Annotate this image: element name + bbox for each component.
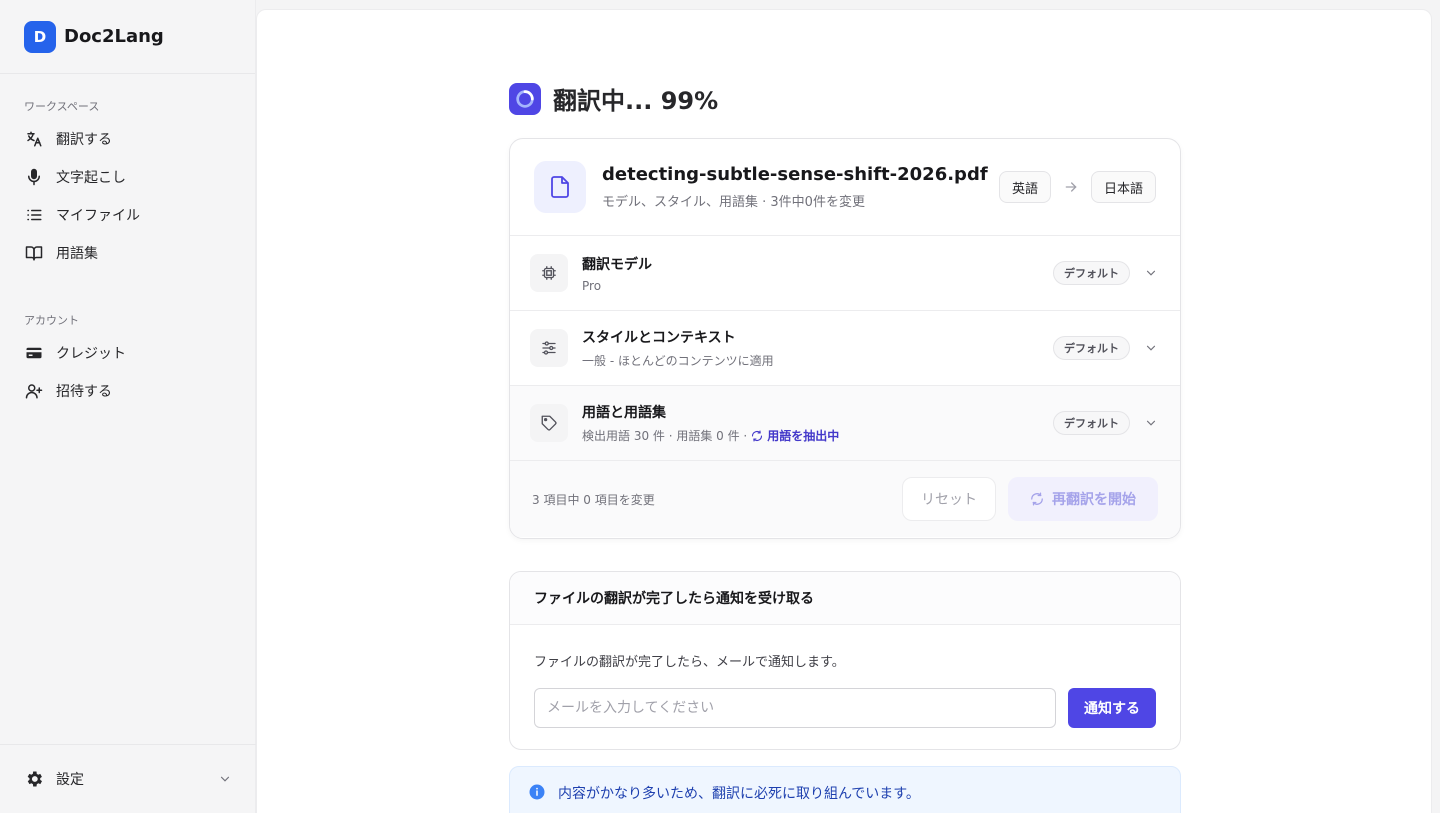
tag-icon (530, 404, 568, 442)
default-badge: デフォルト (1053, 261, 1130, 285)
sidebar-item-credits[interactable]: クレジット (16, 334, 239, 372)
reset-button[interactable]: リセット (902, 477, 996, 521)
info-message: 内容がかなり多いため、翻訳に必死に取り組んでいます。 (558, 786, 920, 802)
option-title: スタイルとコンテキスト (582, 330, 736, 346)
sidebar-item-glossary[interactable]: 用語集 (16, 234, 239, 272)
gear-icon (24, 769, 44, 789)
option-subtitle-text: Pro (582, 278, 602, 293)
sidebar-item-label: 用語集 (56, 246, 98, 262)
sidebar: D Doc2Lang ワークスペース 翻訳する 文字起こし マイファイル 用語集… (0, 0, 256, 813)
option-text: 翻訳モデル Pro (582, 254, 1053, 293)
microphone-icon (24, 167, 44, 187)
default-badge: デフォルト (1053, 336, 1130, 360)
sidebar-item-label: 翻訳する (56, 132, 112, 148)
translate-icon (24, 129, 44, 149)
option-title: 翻訳モデル (582, 256, 652, 273)
email-input[interactable] (534, 688, 1056, 728)
info-icon (529, 784, 545, 800)
sidebar-item-transcribe[interactable]: 文字起こし (16, 158, 239, 196)
restart-label: 再翻訳を開始 (1052, 492, 1136, 508)
source-language: 英語 (998, 171, 1051, 203)
sidebar-item-label: 文字起こし (56, 170, 126, 186)
sidebar-item-label: クレジット (56, 346, 126, 362)
translation-card: detecting-subtle-sense-shift-2026.pdf モデ… (509, 138, 1181, 539)
settings-menu[interactable]: 設定 (0, 744, 256, 813)
sidebar-item-invite[interactable]: 招待する (16, 372, 239, 410)
extracting-status: 用語を抽出中 (751, 427, 839, 444)
file-info: detecting-subtle-sense-shift-2026.pdf モデ… (602, 164, 999, 210)
list-icon (24, 205, 44, 225)
option-title: 用語と用語集 (582, 405, 666, 421)
option-subtitle-text: 検出用語 30 件 · 用語集 0 件 · (582, 429, 748, 443)
option-row-style[interactable]: スタイルとコンテキスト 一般 - ほとんどのコンテンツに適用 デフォルト (510, 311, 1180, 386)
notify-heading: ファイルの翻訳が完了したら通知を受け取る (510, 572, 1180, 625)
sidebar-item-label: マイファイル (56, 208, 140, 224)
brand-name: Doc2Lang (64, 26, 164, 47)
sidebar-item-translate[interactable]: 翻訳する (16, 120, 239, 158)
chevron-down-icon[interactable] (1144, 416, 1158, 430)
file-subtitle: モデル、スタイル、用語集 · 3件中0件を変更 (602, 195, 865, 210)
sidebar-item-label: 招待する (56, 384, 112, 400)
refresh-icon (1031, 492, 1043, 506)
arrow-right-icon (1063, 179, 1079, 195)
sidebar-item-my-files[interactable]: マイファイル (16, 196, 239, 234)
chevron-down-icon[interactable] (1144, 341, 1158, 355)
notify-description: ファイルの翻訳が完了したら、メールで通知します。 (534, 655, 845, 670)
option-text: 用語と用語集 検出用語 30 件 · 用語集 0 件 · 用語を抽出中 (582, 402, 1053, 444)
option-subtitle: Pro (582, 279, 1053, 293)
option-row-glossary[interactable]: 用語と用語集 検出用語 30 件 · 用語集 0 件 · 用語を抽出中 デフォル… (510, 386, 1180, 461)
info-banner: 内容がかなり多いため、翻訳に必死に取り組んでいます。 (509, 766, 1181, 813)
notify-body: ファイルの翻訳が完了したら、メールで通知します。 通知する (510, 625, 1180, 728)
extracting-label: 用語を抽出中 (767, 429, 840, 443)
main-panel: 翻訳中... 99% detecting-subtle-sense-shift-… (256, 9, 1432, 813)
file-icon (534, 161, 586, 213)
notify-button[interactable]: 通知する (1068, 688, 1156, 728)
file-row: detecting-subtle-sense-shift-2026.pdf モデ… (510, 139, 1180, 236)
option-subtitle: 一般 - ほとんどのコンテンツに適用 (582, 352, 1053, 369)
option-subtitle-text: 一般 - ほとんどのコンテンツに適用 (582, 354, 774, 368)
option-text: スタイルとコンテキスト 一般 - ほとんどのコンテンツに適用 (582, 327, 1053, 369)
workspace-heading: ワークスペース (24, 100, 100, 113)
file-name: detecting-subtle-sense-shift-2026.pdf (602, 164, 988, 185)
target-language: 日本語 (1090, 171, 1156, 203)
notify-card: ファイルの翻訳が完了したら通知を受け取る ファイルの翻訳が完了したら、メールで通… (509, 571, 1181, 750)
account-section: アカウント クレジット 招待する (0, 306, 255, 410)
notify-form: 通知する (534, 688, 1156, 728)
option-subtitle: 検出用語 30 件 · 用語集 0 件 · 用語を抽出中 (582, 427, 1053, 444)
refresh-icon (752, 429, 763, 442)
page-title: 翻訳中... 99% (553, 87, 719, 115)
sliders-icon (530, 329, 568, 367)
settings-label: 設定 (56, 772, 84, 788)
card-footer: 3 項目中 0 項目を変更 リセット 再翻訳を開始 (510, 461, 1180, 537)
workspace-section: ワークスペース 翻訳する 文字起こし マイファイル 用語集 (0, 92, 255, 272)
restart-translation-button[interactable]: 再翻訳を開始 (1008, 477, 1158, 521)
brand-logo: D (24, 20, 56, 53)
user-plus-icon (24, 381, 44, 401)
default-badge: デフォルト (1053, 411, 1130, 435)
credit-card-icon (24, 343, 44, 363)
chevron-down-icon[interactable] (1144, 266, 1158, 280)
brand[interactable]: D Doc2Lang (0, 0, 255, 74)
spinner-icon (509, 82, 541, 115)
changed-count: 3 項目中 0 項目を変更 (532, 492, 655, 507)
option-row-model[interactable]: 翻訳モデル Pro デフォルト (510, 236, 1180, 311)
book-icon (24, 243, 44, 263)
chevron-down-icon (220, 776, 230, 782)
title-row: 翻訳中... 99% (509, 81, 718, 116)
account-heading: アカウント (24, 314, 79, 327)
chip-icon (530, 254, 568, 292)
